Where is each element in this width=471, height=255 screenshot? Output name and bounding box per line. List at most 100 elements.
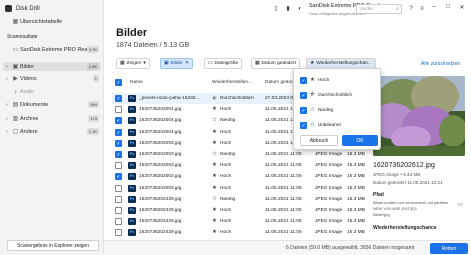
chevron-right-icon[interactable]: ›: [3, 76, 11, 82]
table-row[interactable]: ✓ Ps 1620736202003.jpg ★ Hoch 11.05.2021 11:0…: [112, 171, 367, 182]
file-size: 15.3 MB: [347, 152, 365, 157]
sidebar-item-archives[interactable]: › ▥ Archive 174: [3, 114, 101, 123]
row-checkbox[interactable]: ✓: [115, 151, 122, 158]
table-row[interactable]: Ps1620736202429.jpg ★Hoch 11.05.2021 11:05…: [112, 205, 367, 216]
minimize-icon[interactable]: –: [430, 4, 438, 10]
help-icon[interactable]: ?: [407, 5, 415, 13]
preview-path-line2: NEW VOLUME (FAT32)\: [373, 206, 417, 211]
file-size: 15.3 MB: [347, 230, 365, 236]
column-name[interactable]: Name: [130, 80, 143, 85]
sidebar-item-audio[interactable]: ♪ Audio: [3, 87, 101, 96]
date-changed: 11.05.2021 11:05: [265, 219, 302, 225]
filter-date-changed[interactable]: ▦ Datum geändert: [251, 58, 300, 69]
recovery-chance: Hoch: [220, 140, 232, 146]
row-checkbox[interactable]: [115, 162, 122, 171]
open-file-icon[interactable]: ▮: [284, 5, 292, 13]
check-icon[interactable]: ✓: [300, 91, 307, 99]
recovery-chance: Hoch: [220, 185, 232, 191]
table-row[interactable]: Ps1620736202429.jpg ★Hoch 11.05.2021 11:05…: [112, 216, 367, 227]
table-row[interactable]: ✓ Ps 1620736202003.jpg ☆ Niedrig 11.05.2021 1…: [112, 149, 367, 160]
views-button[interactable]: ▦ Zeigen ▾: [116, 58, 150, 69]
table-row[interactable]: Ps1620736202429.jpg ★Hoch 11.05.2021 11:05…: [112, 227, 367, 238]
check-icon: [115, 106, 122, 114]
star-outline-icon: ☆: [310, 107, 315, 113]
row-checkbox[interactable]: [115, 106, 122, 115]
preview-meta: JPEG Image • 9.43 MB: [373, 172, 421, 177]
row-checkbox[interactable]: ✓: [115, 173, 122, 181]
check-icon: ✓: [115, 128, 122, 136]
filter-bar: ▦ Zeigen ▾ ▣ Bilder ✕ ▭ Dateigröße ▦ Dat…: [104, 58, 471, 70]
page-subtitle: 1874 Dateien / 5.13 GB: [116, 42, 190, 49]
star-icon: ★: [212, 128, 217, 135]
check-icon[interactable]: ✓: [300, 106, 307, 114]
archive-icon: ▥: [12, 116, 19, 122]
option-average[interactable]: ✓ ⯪ Durchschnittlich: [300, 90, 376, 100]
close-icon[interactable]: ✕: [458, 4, 466, 11]
star-outline-icon: ☆: [212, 151, 217, 157]
row-checkbox[interactable]: ✓: [115, 117, 122, 125]
row-checkbox[interactable]: ✓: [115, 128, 122, 136]
table-row[interactable]: Ps 1620736202429.jpg ☆ Niedrig 11.05.2021 11…: [112, 194, 367, 205]
sidebar-item-pictures[interactable]: › ▣ Bilder 1.9K: [3, 62, 101, 71]
chevron-right-icon[interactable]: ›: [3, 116, 11, 122]
check-icon: ✓: [115, 173, 122, 181]
check-icon: ✓: [115, 139, 122, 147]
row-checkbox[interactable]: ✓: [115, 139, 122, 147]
maximize-icon[interactable]: □: [444, 4, 452, 10]
title-bar: ▯ ▮ ◐ SanDisk Extreme PRO Reader Scan er…: [104, 0, 471, 22]
check-icon[interactable]: ✓: [300, 121, 307, 129]
filter-file-size[interactable]: ▭ Dateigröße: [204, 58, 243, 69]
file-icon[interactable]: ▯: [272, 5, 280, 13]
chevron-right-icon[interactable]: ›: [3, 64, 11, 70]
chevron-right-icon[interactable]: ›: [3, 129, 11, 135]
date-changed: 11.05.2021 11:05: [265, 185, 302, 191]
row-checkbox[interactable]: [115, 229, 122, 238]
photoshop-file-icon: Ps: [128, 218, 136, 226]
table-row[interactable]: Ps 1620736202003.jpg ★ Hoch 11.05.2021 11:05…: [112, 183, 367, 194]
cancel-button[interactable]: Abbruch: [300, 135, 338, 146]
select-all-checkbox[interactable]: ✓: [115, 79, 122, 86]
chevron-right-icon[interactable]: ›: [3, 102, 11, 108]
hide-icon[interactable]: ◐: [296, 5, 304, 13]
bottom-bar: 6 Dateien (59.0 MB) ausgewählt, 3656 Dat…: [104, 240, 471, 255]
sidebar-item-videos[interactable]: › ▶ Videos 1: [3, 74, 101, 83]
row-checkbox[interactable]: ✓: [115, 95, 122, 102]
menu-icon[interactable]: ≡: [418, 5, 426, 13]
row-checkbox[interactable]: [115, 218, 122, 227]
sidebar-item-drive[interactable]: ▭ SanDisk Extreme PRO Rea... 3.7K: [3, 45, 101, 54]
option-low[interactable]: ✓ ☆ Niedrig: [300, 105, 376, 115]
sidebar-item-other[interactable]: › ▢ Andere 1.1K: [3, 127, 101, 136]
file-name: 1620736202004.jpg: [139, 129, 182, 135]
table-icon: ▦: [12, 19, 19, 25]
filter-pictures[interactable]: ▣ Bilder ✕: [160, 58, 193, 69]
date-changed: 11.05.2021 11:05: [265, 208, 302, 213]
check-icon: [115, 162, 122, 170]
open-folder-icon[interactable]: ▱: [458, 201, 463, 208]
table-row[interactable]: Ps 1620736202003.jpg ★ Hoch 11.05.2021 11:05…: [112, 160, 367, 171]
reset-all-link[interactable]: Alle zurücksetzen: [421, 61, 460, 67]
ok-button[interactable]: OK: [342, 135, 378, 146]
check-icon[interactable]: ✓: [300, 76, 307, 84]
row-checkbox[interactable]: [115, 195, 122, 205]
sidebar-item-documents[interactable]: › ▤ Dokumente 564: [3, 100, 101, 109]
file-name: _pexels-ozan-çulha-15332...: [139, 96, 200, 101]
option-high[interactable]: ✓ ★ Hoch: [300, 75, 376, 85]
option-unknown[interactable]: ✓ ✩ Unbekannt: [300, 120, 376, 130]
column-recovery[interactable]: Wiederherstellun...: [212, 80, 252, 85]
sidebar-item-overview[interactable]: ▦ Übersichtstabelle: [3, 17, 101, 26]
recovery-chance: Hoch: [220, 163, 232, 169]
close-icon[interactable]: ✕: [185, 61, 189, 66]
image-icon: ▣: [164, 61, 169, 66]
file-name: 1620736202429.jpg: [139, 196, 182, 202]
date-changed: 11.05.2021 11:05: [265, 152, 302, 157]
file-size: 15.3 MB: [347, 163, 365, 169]
row-checkbox[interactable]: [115, 207, 122, 216]
row-checkbox[interactable]: [115, 184, 122, 194]
recover-button[interactable]: Retten: [430, 243, 468, 254]
show-in-explorer-button[interactable]: Scanergebnis in Explorer zeigen: [7, 240, 99, 251]
recovery-chance: Hoch: [220, 208, 232, 213]
star-half-icon: ⯪: [310, 91, 316, 98]
selection-status: 6 Dateien (59.0 MB) ausgewählt, 3656 Dat…: [286, 245, 415, 251]
count-badge: 1: [92, 75, 99, 82]
search-input[interactable]: Suche ⌕: [356, 4, 402, 14]
